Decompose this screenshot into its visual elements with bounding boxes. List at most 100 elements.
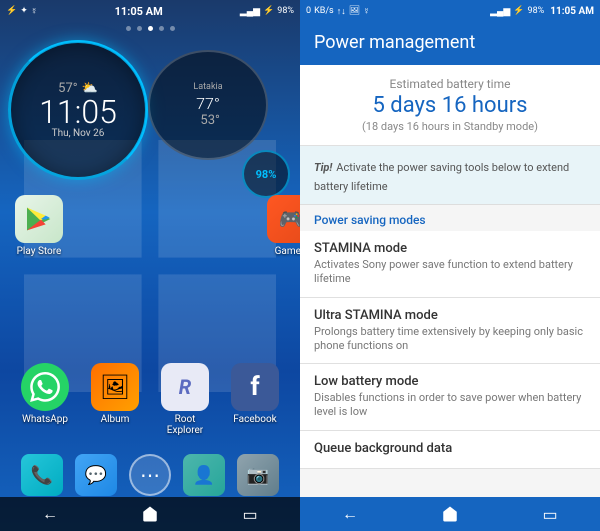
playstore-icon xyxy=(15,195,63,243)
back-button-left[interactable]: ← xyxy=(30,497,70,531)
games-icon: 🎮 xyxy=(267,195,300,243)
battery-time: 5 days 16 hours xyxy=(314,93,586,118)
kb-label: KB/s xyxy=(314,6,334,16)
app-icon-playstore[interactable]: Play Store xyxy=(10,195,68,257)
playstore-label: Play Store xyxy=(17,246,62,257)
status-bar-left: ⚡ ✦ ☿ 11:05 AM ▂▄▆ ⚡ 98% xyxy=(0,0,300,22)
left-status-right: ▂▄▆ ⚡ 98% xyxy=(240,6,294,17)
ultra-stamina-title: Ultra STAMINA mode xyxy=(314,308,586,323)
battery-icon-left: ⚡ xyxy=(263,6,274,16)
upload-icon: ↑↓ xyxy=(337,6,346,17)
stamina-title: STAMINA mode xyxy=(314,241,586,256)
tip-label: Tip! xyxy=(314,161,332,174)
recents-button-right[interactable]: ▭ xyxy=(525,497,575,531)
weather-city: Latakia xyxy=(193,82,222,92)
facebook-label: Facebook xyxy=(233,414,276,425)
app-rootexplorer[interactable]: R Root Explorer xyxy=(156,363,214,436)
battery-icon-right: ⚡ xyxy=(513,6,524,16)
nav-bar-left: ← ▭ xyxy=(0,497,300,531)
status-bar-right: 0 KB/s ↑↓ 🖼 ☿ ▂▄▆ ⚡ 98% 11:05 AM xyxy=(300,0,600,22)
left-panel: ⚡ ✦ ☿ 11:05 AM ▂▄▆ ⚡ 98% 57° ⛅ 11:05 Thu… xyxy=(0,0,300,531)
app-icon-games[interactable]: 🎮 Game's xyxy=(262,195,300,257)
low-battery-desc: Disables functions in order to save powe… xyxy=(314,391,586,420)
home-button-left[interactable] xyxy=(130,497,170,531)
status-time-left: 11:05 AM xyxy=(115,5,163,18)
home-button-right[interactable] xyxy=(425,497,475,531)
facebook-icon: f xyxy=(231,363,279,411)
stamina-desc: Activates Sony power save function to ex… xyxy=(314,258,586,287)
right-panel: 0 KB/s ↑↓ 🖼 ☿ ▂▄▆ ⚡ 98% 11:05 AM Power m… xyxy=(300,0,600,531)
time-right: 11:05 AM xyxy=(550,6,594,17)
whatsapp-icon xyxy=(21,363,69,411)
standby-text: (18 days 16 hours in Standby mode) xyxy=(314,120,586,133)
right-title-bar: Power management xyxy=(300,22,600,65)
right-status-left: 0 KB/s ↑↓ 🖼 ☿ xyxy=(306,6,370,17)
queue-bg-title: Queue background data xyxy=(314,441,586,456)
estimated-label: Estimated battery time xyxy=(314,77,586,91)
app-album[interactable]: 🖼 Album xyxy=(86,363,144,436)
weather-temps: 77° 53° xyxy=(196,94,220,128)
low-battery-mode-item[interactable]: Low battery mode Disables functions in o… xyxy=(300,364,600,431)
battery-pct-widget: 98% xyxy=(256,168,277,181)
right-status-right: ▂▄▆ ⚡ 98% 11:05 AM xyxy=(490,6,594,17)
games-label: Game's xyxy=(275,246,300,257)
weather-high: 77° xyxy=(196,94,220,113)
temp-value: 57° xyxy=(58,81,77,96)
clock-widget: 57° ⛅ 11:05 Thu, Nov 26 xyxy=(8,40,153,185)
ultra-stamina-mode-item[interactable]: Ultra STAMINA mode Prolongs battery time… xyxy=(300,298,600,365)
dock-phone[interactable]: 📞 xyxy=(21,454,63,496)
battery-widget: 98% xyxy=(242,150,290,198)
whatsapp-label: WhatsApp xyxy=(22,414,68,425)
recents-button-left[interactable]: ▭ xyxy=(230,497,270,531)
dock-camera[interactable]: 📷 xyxy=(237,454,279,496)
tip-text: Activate the power saving tools below to… xyxy=(314,161,569,193)
tip-section: Tip! Activate the power saving tools bel… xyxy=(300,146,600,205)
weather-low: 53° xyxy=(200,113,219,128)
album-label: Album xyxy=(101,414,130,425)
screenshot-icon: 🖼 xyxy=(349,6,360,16)
battery-estimate-section: Estimated battery time 5 days 16 hours (… xyxy=(300,65,600,146)
weather-icon: ⛅ xyxy=(82,81,98,96)
stamina-mode-item[interactable]: STAMINA mode Activates Sony power save f… xyxy=(300,231,600,298)
data-speed-icon: 0 xyxy=(306,6,311,16)
dock-app-drawer[interactable]: ⋯ xyxy=(129,454,171,496)
page-title: Power management xyxy=(314,32,586,53)
queue-bg-data-item[interactable]: Queue background data xyxy=(300,431,600,469)
dot-5 xyxy=(170,26,175,31)
rootexplorer-label: Root Explorer xyxy=(156,414,214,436)
clock-time: 11:05 xyxy=(39,96,117,128)
back-button-right[interactable]: ← xyxy=(325,497,375,531)
weather-widget: Latakia 77° 53° xyxy=(148,50,268,160)
page-dots xyxy=(0,26,300,31)
right-content[interactable]: Estimated battery time 5 days 16 hours (… xyxy=(300,65,600,497)
dock-messages[interactable]: 💬 xyxy=(75,454,117,496)
nav-bar-right: ← ▭ xyxy=(300,497,600,531)
dock-contacts[interactable]: 👤 xyxy=(183,454,225,496)
alarm-icon-right: ☿ xyxy=(363,6,370,17)
signal-bars-right: ▂▄▆ xyxy=(490,6,510,17)
app-facebook[interactable]: f Facebook xyxy=(226,363,284,436)
app-whatsapp[interactable]: WhatsApp xyxy=(16,363,74,436)
rootexplorer-icon: R xyxy=(161,363,209,411)
apps-row: WhatsApp 🖼 Album R Root Explorer f Faceb… xyxy=(0,363,300,436)
dot-2 xyxy=(137,26,142,31)
alarm-icon: ☿ xyxy=(31,6,38,17)
section-header-text: Power saving modes xyxy=(314,213,586,227)
section-header: Power saving modes xyxy=(300,205,600,231)
battery-pct-left: 98% xyxy=(277,6,294,16)
clock-temp: 57° ⛅ xyxy=(58,81,98,96)
ultra-stamina-desc: Prolongs battery time extensively by kee… xyxy=(314,325,586,354)
dot-3 xyxy=(148,26,153,31)
dock: 📞 💬 ⋯ 👤 📷 xyxy=(0,454,300,496)
signal-bars-left: ▂▄▆ xyxy=(240,6,260,17)
clock-circle: 57° ⛅ 11:05 Thu, Nov 26 xyxy=(8,40,148,180)
usb-icon: ⚡ xyxy=(6,6,17,16)
battery-pct-right: 98% xyxy=(528,6,545,16)
top-app-row: Play Store 🎮 Game's xyxy=(0,195,300,257)
left-status-icons: ⚡ ✦ ☿ xyxy=(6,6,38,17)
album-icon: 🖼 xyxy=(91,363,139,411)
dot-4 xyxy=(159,26,164,31)
dot-1 xyxy=(126,26,131,31)
sync-icon: ✦ xyxy=(20,6,28,16)
low-battery-title: Low battery mode xyxy=(314,374,586,389)
